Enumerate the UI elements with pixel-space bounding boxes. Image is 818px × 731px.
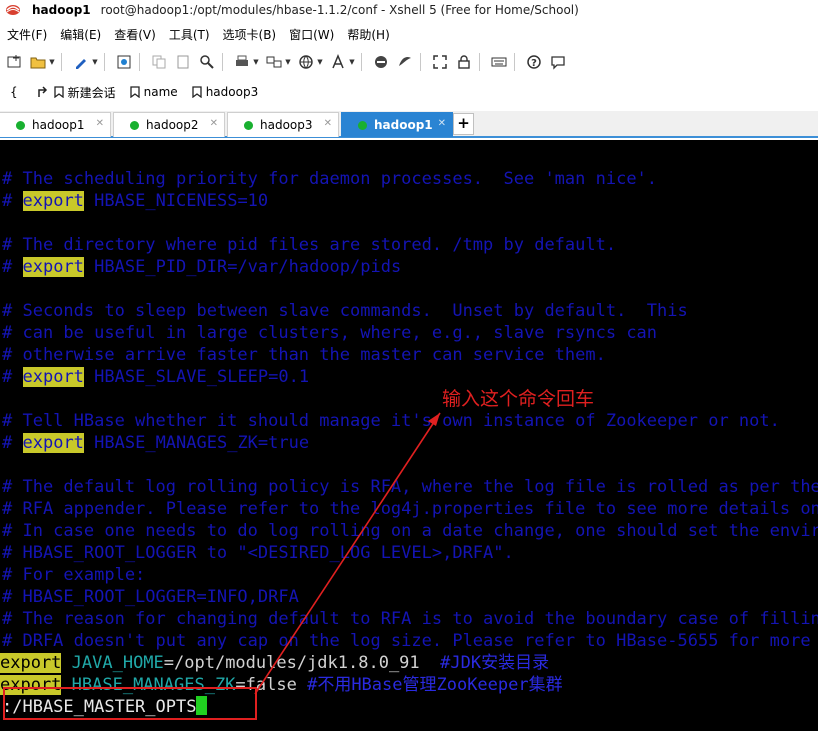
annotation-highlight-box	[3, 687, 257, 720]
annotation-label: 输入这个命令回车	[442, 388, 595, 410]
annotation-arrow-icon	[254, 412, 441, 695]
